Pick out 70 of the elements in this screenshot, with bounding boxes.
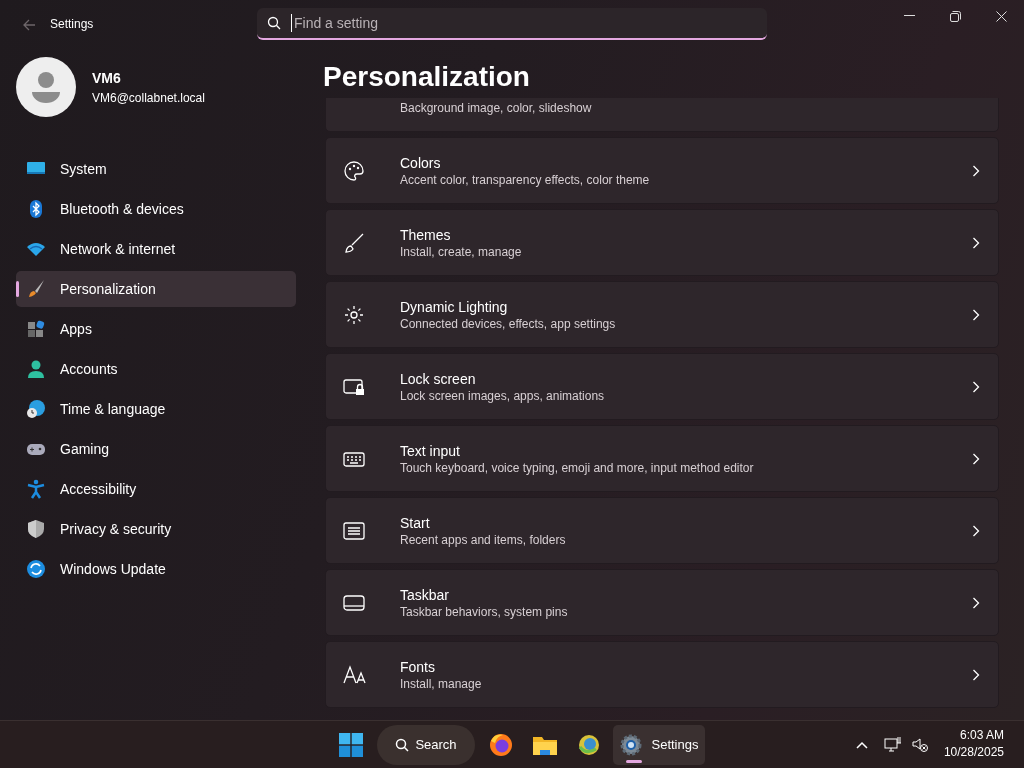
user-email: VM6@collabnet.local [92, 89, 205, 107]
minimize-icon [903, 15, 915, 17]
sidebar-item[interactable]: Apps [16, 311, 296, 347]
chevron-right-icon [972, 668, 980, 681]
sidebar-item[interactable]: Accessibility [16, 471, 296, 507]
globe-clock-icon [26, 399, 46, 419]
card-title: Lock screen [400, 369, 477, 388]
close-icon [995, 10, 1007, 22]
search-icon [267, 16, 281, 30]
sidebar-item[interactable]: Bluetooth & devices [16, 191, 296, 227]
sidebar-item[interactable]: Gaming [16, 431, 296, 467]
card-title: Dynamic Lighting [400, 297, 509, 316]
card-subtitle: Install, create, manage [400, 243, 523, 260]
user-name: VM6 [92, 68, 122, 88]
accessibility-icon [26, 479, 46, 499]
settings-card[interactable]: Themes Install, create, manage [325, 209, 999, 276]
card-title: Themes [400, 225, 452, 244]
window-title: Settings [50, 16, 94, 33]
settings-card[interactable]: Colors Accent color, transparency effects, color theme [325, 137, 999, 204]
sidebar-item[interactable]: Network & internet [16, 231, 296, 267]
palette-icon [342, 158, 366, 183]
sidebar-item[interactable]: Privacy & security [16, 511, 296, 547]
card-subtitle: Install, manage [400, 675, 483, 692]
sidebar-item[interactable]: Windows Update [16, 551, 296, 587]
taskbar-search-button[interactable]: Search [377, 725, 475, 765]
chevron-right-icon [972, 236, 980, 249]
search-icon [395, 738, 410, 752]
chevron-right-icon [972, 452, 980, 465]
card-subtitle: Background image, color, slideshow [400, 99, 593, 116]
settings-card[interactable]: Dynamic Lighting Connected devices, effects, app settings [325, 281, 999, 348]
settings-card[interactable]: Start Recent apps and items, folders [325, 497, 999, 564]
search-bar[interactable]: Find a setting [257, 8, 767, 40]
card-title: Start [400, 513, 431, 532]
search-field[interactable]: Find a setting [291, 14, 767, 32]
sync-icon [26, 559, 46, 579]
settings-card[interactable]: Text input Touch keyboard, voice typing, emoji and more, input method editor [325, 425, 999, 492]
page-title: Personalization [323, 60, 531, 94]
card-title: Colors [400, 153, 442, 172]
sidebar-item[interactable]: Time & language [16, 391, 296, 427]
paintbrush-icon [26, 279, 46, 299]
card-subtitle: Accent color, transparency effects, color theme [400, 171, 651, 188]
sidebar-item[interactable]: Accounts [16, 351, 296, 387]
card-title: Fonts [400, 657, 436, 676]
card-subtitle: Touch keyboard, voice typing, emoji and more, input method editor [400, 459, 755, 476]
card-subtitle: Connected devices, effects, app settings [400, 315, 617, 332]
clock[interactable]: 6:03 AM 10/28/2025 [943, 727, 1004, 761]
chevron-right-icon [972, 308, 980, 321]
chevron-right-icon [972, 380, 980, 393]
person-icon [26, 359, 46, 379]
sidebar-item[interactable]: System [16, 151, 296, 187]
shield-icon [26, 519, 46, 539]
settings-card[interactable]: Lock screen Lock screen images, apps, animations [325, 353, 999, 420]
card-subtitle: Taskbar behaviors, system pins [400, 603, 569, 620]
chevron-right-icon [972, 596, 980, 609]
settings-card[interactable]: Taskbar Taskbar behaviors, system pins [325, 569, 999, 636]
chevron-right-icon [972, 524, 980, 537]
settings-taskbar-button[interactable]: Settings [613, 725, 705, 765]
apps-icon [26, 319, 46, 339]
user-avatar [16, 57, 76, 117]
settings-card[interactable]: Background image, color, slideshow [325, 98, 999, 132]
settings-card[interactable]: Fonts Install, manage [325, 641, 999, 708]
sidebar-item[interactable]: Personalization [16, 271, 296, 307]
card-subtitle: Lock screen images, apps, animations [400, 387, 606, 404]
card-title: Taskbar [400, 585, 451, 604]
back-arrow-icon [22, 17, 36, 32]
card-subtitle: Recent apps and items, folders [400, 531, 567, 548]
card-title: Text input [400, 441, 461, 460]
gear-icon [619, 734, 642, 756]
restore-icon [949, 10, 961, 22]
chevron-right-icon [972, 164, 980, 177]
